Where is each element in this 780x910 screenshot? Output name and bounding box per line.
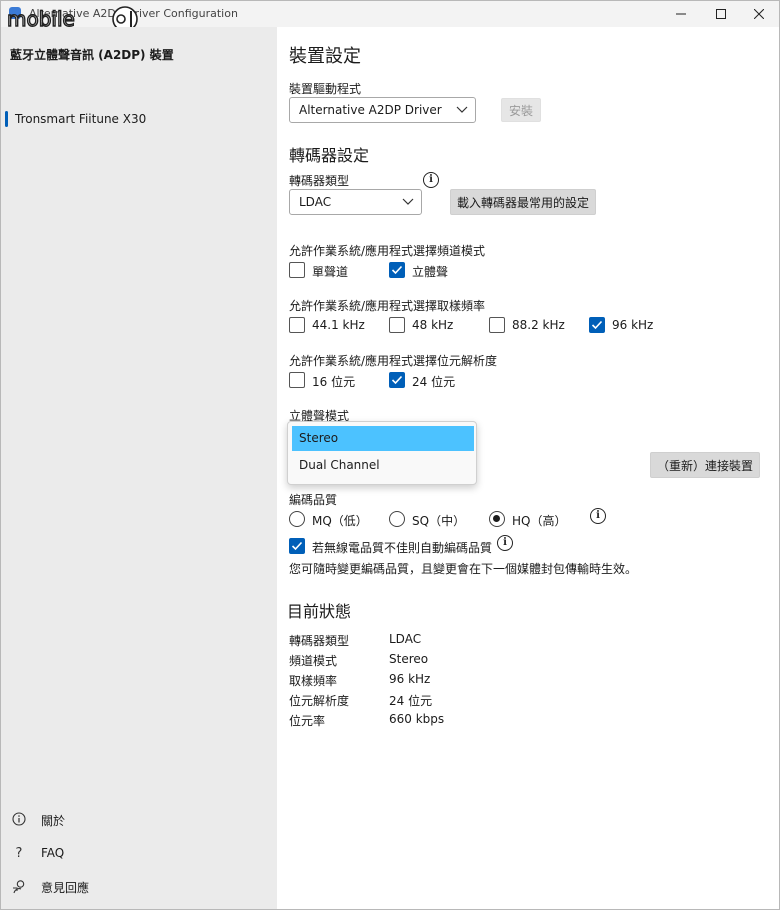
dropdown-option-dual-channel[interactable]: Dual Channel — [292, 453, 474, 478]
checkbox-16bit-label: 16 位元 — [312, 375, 356, 389]
minimize-button[interactable] — [661, 1, 701, 27]
main-content: 裝置設定 裝置驅動程式 Alternative A2DP Driver 安裝 轉… — [277, 27, 779, 909]
checkbox-96k-label: 96 kHz — [612, 318, 654, 332]
checkmark-icon — [391, 265, 403, 275]
sidebar-link-about[interactable]: 關於 — [11, 809, 211, 831]
minimize-icon — [676, 13, 686, 15]
app-window: Alternative A2DP Driver Configuration mo… — [0, 0, 780, 910]
codec-settings-heading: 轉碼器設定 — [289, 146, 370, 165]
checkbox-auto-quality[interactable] — [289, 538, 305, 554]
install-button[interactable]: 安裝 — [501, 98, 541, 122]
reconnect-device-button[interactable]: （重新）連接裝置 — [650, 452, 760, 478]
sample-rate-label: 允許作業系統/應用程式選擇取樣頻率 — [289, 299, 486, 313]
checkbox-48k-label: 48 kHz — [412, 318, 454, 332]
auto-quality-info-icon[interactable]: i — [497, 535, 513, 551]
sidebar-link-faq[interactable]: ? FAQ — [11, 843, 211, 865]
radio-hq-label: HQ（高） — [512, 514, 567, 528]
radio-mq[interactable] — [289, 511, 305, 527]
question-icon: ? — [15, 845, 23, 861]
checkbox-mono[interactable] — [289, 262, 305, 278]
chevron-down-icon — [402, 198, 414, 205]
sidebar-link-feedback[interactable]: 意見回應 — [11, 876, 211, 898]
status-heading: 目前狀態 — [287, 602, 352, 621]
checkbox-mono-label: 單聲道 — [312, 265, 349, 279]
driver-label: 裝置驅動程式 — [289, 82, 362, 96]
dropdown-option-label: Dual Channel — [299, 458, 380, 472]
radio-hq[interactable] — [489, 511, 505, 527]
status-value: 24 位元 — [389, 694, 433, 708]
checkbox-88k-label: 88.2 kHz — [512, 318, 565, 332]
status-row-bit-depth: 位元解析度 24 位元 — [289, 692, 589, 710]
checkmark-icon — [291, 541, 303, 551]
quality-label: 編碼品質 — [289, 493, 338, 507]
checkmark-icon — [391, 375, 403, 385]
status-key: 取樣頻率 — [289, 674, 338, 688]
driver-value: Alternative A2DP Driver — [299, 103, 442, 117]
channel-mode-label: 允許作業系統/應用程式選擇頻道模式 — [289, 244, 486, 258]
status-row-codec: 轉碼器類型 LDAC — [289, 632, 589, 650]
device-settings-heading: 裝置設定 — [289, 46, 361, 67]
radio-sq-label: SQ（中） — [412, 514, 466, 528]
info-icon — [11, 811, 27, 827]
sidebar-link-label: 意見回應 — [41, 881, 90, 895]
status-value: 96 kHz — [389, 672, 431, 686]
checkbox-24bit[interactable] — [389, 372, 405, 388]
chevron-down-icon — [456, 106, 468, 113]
status-key: 位元率 — [289, 714, 326, 728]
close-button[interactable] — [739, 1, 779, 27]
codec-info-icon[interactable]: i — [423, 172, 439, 188]
checkbox-stereo-label: 立體聲 — [412, 265, 449, 279]
bit-depth-label: 允許作業系統/應用程式選擇位元解析度 — [289, 354, 498, 368]
dropdown-option-label: Stereo — [299, 431, 339, 445]
radio-sq[interactable] — [389, 511, 405, 527]
checkbox-24bit-label: 24 位元 — [412, 375, 456, 389]
checkbox-44k[interactable] — [289, 317, 305, 333]
maximize-icon — [716, 9, 726, 19]
radio-mq-label: MQ（低） — [312, 514, 368, 528]
checkbox-48k[interactable] — [389, 317, 405, 333]
stereo-mode-dropdown-list[interactable]: Stereo Dual Channel — [287, 421, 477, 485]
driver-combobox[interactable]: Alternative A2DP Driver — [289, 97, 476, 123]
title-bar[interactable]: Alternative A2DP Driver Configuration mo… — [1, 1, 779, 32]
checkbox-stereo[interactable] — [389, 262, 405, 278]
sidebar: 藍牙立體聲音訊 (A2DP) 裝置 Tronsmart Fiitune X30 … — [1, 27, 277, 909]
sidebar-link-label: 關於 — [41, 814, 66, 828]
maximize-button[interactable] — [701, 1, 741, 27]
sidebar-item-device[interactable]: Tronsmart Fiitune X30 — [5, 107, 273, 131]
status-value: 660 kbps — [389, 712, 445, 726]
status-key: 位元解析度 — [289, 694, 350, 708]
codec-type-label: 轉碼器類型 — [289, 174, 350, 188]
status-row-channel: 頻道模式 Stereo — [289, 652, 589, 670]
status-key: 轉碼器類型 — [289, 634, 350, 648]
codec-type-combobox[interactable]: LDAC — [289, 189, 422, 215]
checkbox-16bit[interactable] — [289, 372, 305, 388]
quality-note: 您可隨時變更編碼品質，且變更會在下一個媒體封包傳輸時生效。 — [289, 562, 638, 576]
checkbox-96k[interactable] — [589, 317, 605, 333]
codec-type-value: LDAC — [299, 195, 332, 209]
quality-info-icon[interactable]: i — [590, 508, 606, 524]
checkbox-44k-label: 44.1 kHz — [312, 318, 365, 332]
status-row-bitrate: 位元率 660 kbps — [289, 712, 589, 730]
checkbox-auto-quality-label: 若無線電品質不佳則自動編碼品質 — [312, 541, 493, 555]
status-row-sample-rate: 取樣頻率 96 kHz — [289, 672, 589, 690]
status-value: LDAC — [389, 632, 422, 646]
checkbox-88k[interactable] — [489, 317, 505, 333]
dropdown-option-stereo[interactable]: Stereo — [292, 426, 474, 451]
checkmark-icon — [591, 320, 603, 330]
feedback-icon — [11, 878, 27, 894]
sidebar-item-label: Tronsmart Fiitune X30 — [15, 112, 147, 126]
close-icon — [754, 9, 764, 19]
status-value: Stereo — [389, 652, 429, 666]
status-key: 頻道模式 — [289, 654, 338, 668]
sidebar-title: 藍牙立體聲音訊 (A2DP) 裝置 — [10, 48, 174, 62]
load-common-settings-button[interactable]: 載入轉碼器最常用的設定 — [450, 189, 596, 215]
selected-indicator — [5, 111, 8, 127]
sidebar-link-label: FAQ — [41, 846, 65, 860]
